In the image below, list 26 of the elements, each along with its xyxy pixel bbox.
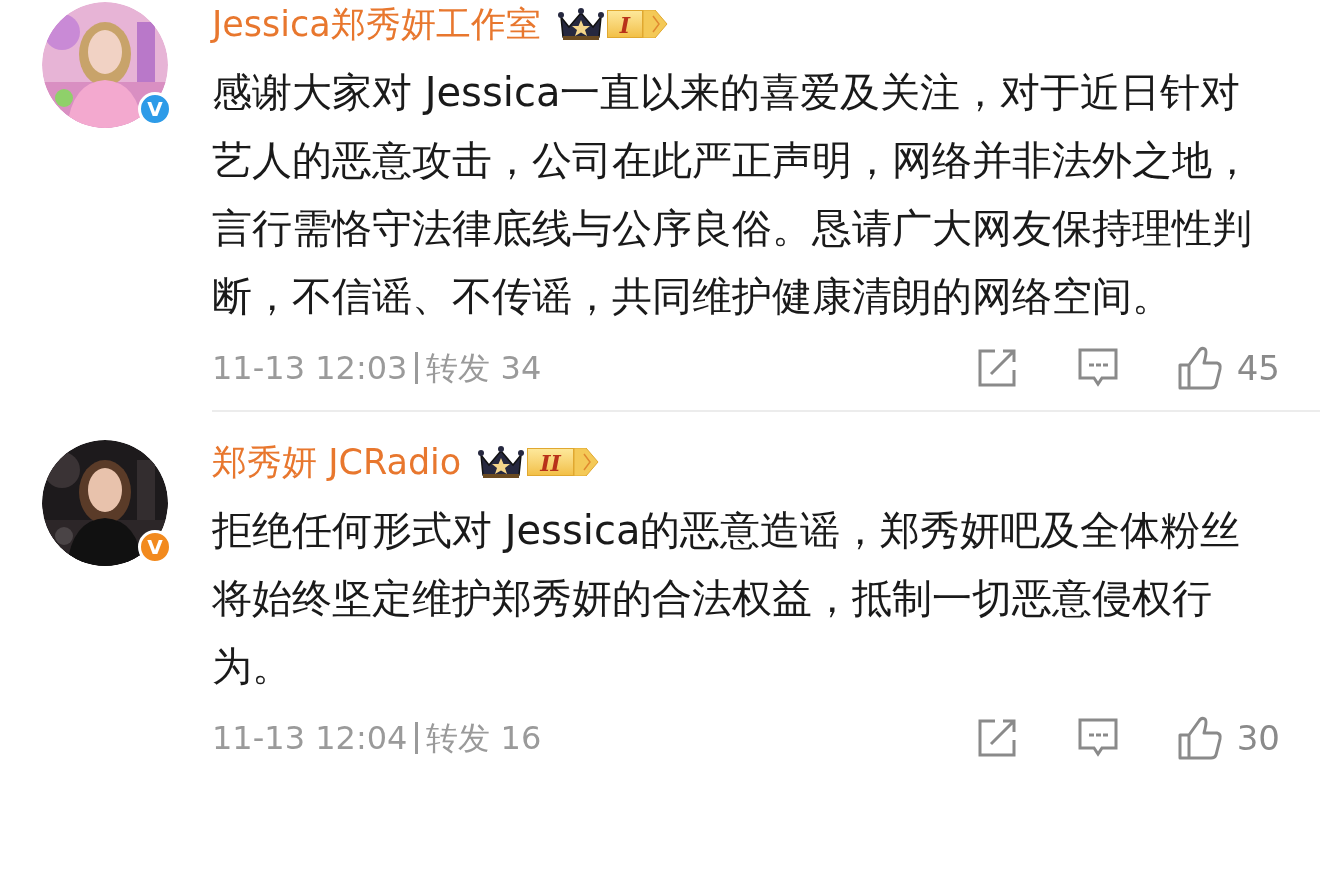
timestamp: 11-13 12:04 xyxy=(212,718,408,759)
author-name[interactable]: Jessica郑秀妍工作室 xyxy=(212,0,541,51)
level-number: II xyxy=(527,448,574,476)
level-badge[interactable]: I xyxy=(556,7,670,41)
share-icon[interactable] xyxy=(976,718,1017,758)
chevron-icon xyxy=(643,10,670,38)
author-name[interactable]: 郑秀妍 JCRadio xyxy=(212,435,462,489)
level-number: I xyxy=(606,10,644,38)
chevron-icon xyxy=(573,448,600,476)
comment-icon[interactable] xyxy=(1076,347,1119,389)
like-icon[interactable] xyxy=(1176,345,1223,391)
comment-text: 感谢大家对 Jessica一直以来的喜爱及关注，对于近日针对艺人的恶意攻击，公司在此严正声明，网络并非法外之地，言行需恪守法律底线与公序良俗。恳请广大网友保持理性判断，不信谣、不传谣，共同维护健康清朗的网络空间。 xyxy=(212,68,1253,321)
verified-badge: V xyxy=(138,92,172,126)
like-count: 45 xyxy=(1236,346,1280,390)
comment-text: 拒绝任何形式对 Jessica的恶意造谣，郑秀妍吧及全体粉丝将始终坚定维护郑秀妍的合法权益，抵制一切恶意侵权行为。 xyxy=(212,506,1242,691)
repost-count[interactable]: 转发 34 xyxy=(426,344,542,392)
like-icon[interactable] xyxy=(1176,715,1223,761)
crown-icon xyxy=(477,445,526,479)
verified-badge: V xyxy=(138,530,172,564)
repost-count[interactable]: 转发 16 xyxy=(426,714,542,762)
timestamp: 11-13 12:03 xyxy=(212,348,408,389)
share-icon[interactable] xyxy=(976,348,1017,388)
like-count: 30 xyxy=(1236,716,1280,760)
level-badge[interactable]: II xyxy=(477,445,600,479)
crown-icon xyxy=(556,7,605,41)
comment-icon[interactable] xyxy=(1076,717,1119,759)
